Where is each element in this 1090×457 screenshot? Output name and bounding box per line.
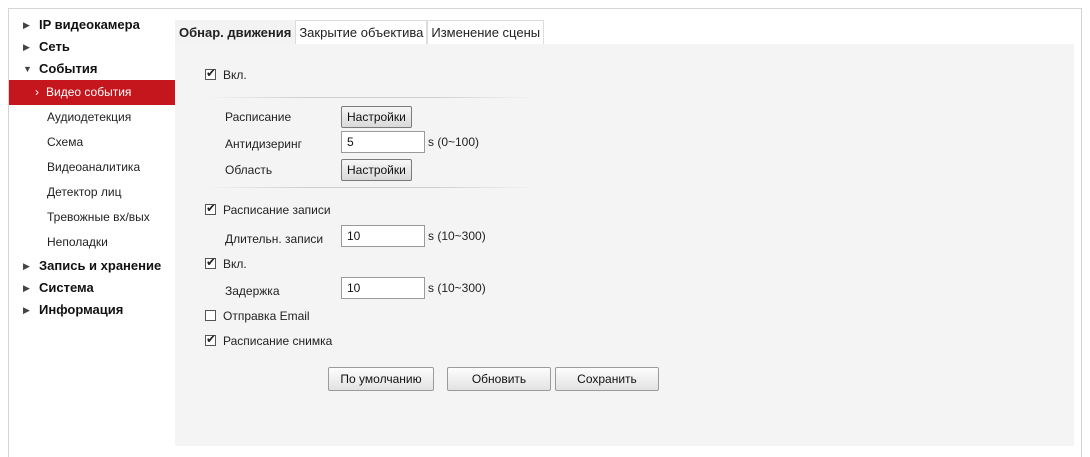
triangle-right-icon: ▶: [23, 20, 30, 30]
delay-input[interactable]: 10: [341, 277, 425, 299]
alarm-out-label: Вкл.: [223, 257, 247, 271]
tab-motion-detection[interactable]: Обнар. движения: [175, 20, 296, 44]
refresh-button[interactable]: Обновить: [447, 367, 551, 391]
enable-checkbox[interactable]: ✔: [205, 66, 216, 80]
antidither-unit: s (0~100): [428, 135, 480, 149]
sidebar-item-alarm-io[interactable]: Тревожные вх/вых: [9, 205, 177, 230]
tab-scene-change[interactable]: Изменение сцены: [427, 20, 545, 44]
sidebar-item-ip-camera[interactable]: ▶ IP видеокамера: [9, 14, 177, 36]
sidebar-item-label: События: [39, 61, 98, 76]
delay-label: Задержка: [225, 284, 280, 298]
sidebar-item-exceptions[interactable]: Неполадки: [9, 230, 177, 255]
triangle-right-icon: ▶: [23, 261, 30, 271]
sidebar-item-schema[interactable]: Схема: [9, 130, 177, 155]
schedule-settings-button[interactable]: Настройки: [341, 106, 412, 128]
sidebar-item-label: Неполадки: [47, 235, 108, 249]
tab-bar: Обнар. движения Закрытие объектива Измен…: [175, 20, 545, 44]
snapshot-schedule-checkbox[interactable]: ✔: [205, 332, 216, 346]
settings-panel: ✔ Вкл. Расписание Настройки Антидизеринг…: [175, 44, 1074, 446]
tab-lens-cover[interactable]: Закрытие объектива: [295, 20, 428, 44]
sidebar-item-network[interactable]: ▶ Сеть: [9, 36, 177, 58]
triangle-down-icon: ▼: [23, 64, 32, 74]
record-duration-label: Длительн. записи: [225, 232, 324, 246]
antidither-input[interactable]: 5: [341, 131, 425, 153]
snapshot-schedule-label: Расписание снимка: [223, 334, 333, 348]
check-icon: ✔: [206, 332, 217, 346]
sidebar-item-label: Детектор лиц: [47, 185, 122, 199]
sidebar-item-label: Сеть: [39, 39, 70, 54]
sidebar-item-video-analytics[interactable]: Видеоаналитика: [9, 155, 177, 180]
sidebar-item-system[interactable]: ▶ Система: [9, 277, 177, 299]
sidebar-item-label: Аудиодетекция: [47, 110, 132, 124]
check-icon: ✔: [206, 66, 217, 80]
sidebar-item-recording-storage[interactable]: ▶ Запись и хранение: [9, 255, 177, 277]
alarm-out-checkbox[interactable]: ✔: [205, 255, 216, 269]
sidebar-item-label: Запись и хранение: [39, 258, 162, 273]
sidebar-item-label: Тревожные вх/вых: [47, 210, 150, 224]
record-duration-input[interactable]: 10: [341, 225, 425, 247]
send-email-checkbox[interactable]: [205, 310, 216, 321]
sidebar-nav: ▶ IP видеокамера ▶ Сеть ▼ События › Виде…: [9, 14, 177, 321]
sidebar-item-label: Схема: [47, 135, 84, 149]
sidebar-item-face-detector[interactable]: Детектор лиц: [9, 180, 177, 205]
divider: [205, 97, 535, 98]
send-email-label: Отправка Email: [223, 309, 310, 323]
sidebar-item-video-events[interactable]: › Видео события: [9, 80, 177, 105]
record-duration-unit: s (10~300): [428, 229, 486, 243]
area-settings-button[interactable]: Настройки: [341, 159, 412, 181]
check-icon: ✔: [206, 201, 217, 215]
sidebar-item-label: Система: [39, 280, 94, 295]
sidebar-item-audio-detection[interactable]: Аудиодетекция: [9, 105, 177, 130]
area-label: Область: [225, 163, 273, 177]
sidebar-item-label: Информация: [39, 302, 124, 317]
triangle-right-icon: ▶: [23, 283, 30, 293]
triangle-right-icon: ▶: [23, 42, 30, 52]
enable-label: Вкл.: [223, 68, 247, 82]
record-schedule-checkbox[interactable]: ✔: [205, 201, 216, 215]
divider: [205, 187, 535, 188]
delay-unit: s (10~300): [428, 281, 486, 295]
save-button[interactable]: Сохранить: [555, 367, 659, 391]
sidebar-item-label: Видеоаналитика: [47, 160, 141, 174]
sidebar-item-label: Видео события: [46, 85, 132, 99]
default-button[interactable]: По умолчанию: [328, 367, 434, 391]
sidebar-item-events[interactable]: ▼ События: [9, 58, 177, 80]
check-icon: ✔: [206, 255, 217, 269]
schedule-label: Расписание: [225, 110, 292, 124]
chevron-right-icon: ›: [35, 85, 39, 99]
sidebar-item-label: IP видеокамера: [39, 17, 140, 32]
triangle-right-icon: ▶: [23, 305, 30, 315]
sidebar-item-information[interactable]: ▶ Информация: [9, 299, 177, 321]
record-schedule-label: Расписание записи: [223, 203, 331, 217]
antidither-label: Антидизеринг: [225, 137, 302, 151]
